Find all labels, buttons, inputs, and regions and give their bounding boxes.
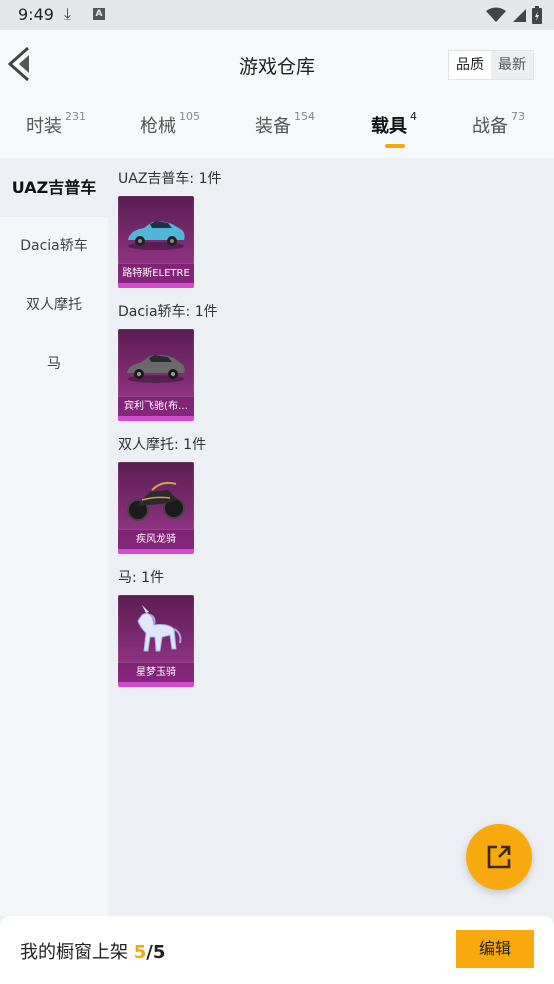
item-card[interactable]: 路特斯ELETRE: [118, 196, 194, 288]
unicorn-icon: [137, 605, 182, 652]
tab-count: 154: [294, 110, 315, 123]
rarity-bar: [118, 416, 194, 421]
signal-icon: [513, 9, 526, 22]
share-external-icon: [487, 845, 511, 869]
a-notification-icon: A: [93, 8, 105, 20]
rarity-bar: [118, 682, 194, 687]
status-bar: 9:49 ⤓ A: [0, 0, 554, 30]
vehicle-list: UAZ吉普车: 1件 路特斯ELETRE Dacia轿车: 1件 宾利飞驰(布……: [108, 158, 554, 916]
showcase-bar: 我的橱窗上架 5/5 编辑: [0, 916, 554, 984]
status-time: 9:49: [18, 5, 54, 24]
edit-button[interactable]: 编辑: [456, 930, 534, 968]
tab-count: 231: [65, 110, 86, 123]
group-title: 双人摩托: 1件: [118, 437, 207, 453]
tab-count: 73: [511, 110, 525, 123]
item-card[interactable]: 星梦玉骑: [118, 595, 194, 687]
tab-label: 载具: [371, 116, 407, 137]
sidebar-item-uaz[interactable]: UAZ吉普车: [0, 158, 108, 217]
item-name: 星梦玉骑: [118, 662, 194, 682]
tab-equipment[interactable]: 装备 154: [255, 110, 315, 138]
tab-vehicles[interactable]: 载具 4: [371, 110, 417, 148]
group-title: Dacia轿车: 1件: [118, 304, 218, 320]
battery-icon: [532, 6, 542, 24]
item-name: 疾风龙骑: [118, 529, 194, 549]
tab-firearms[interactable]: 枪械 105: [140, 110, 200, 138]
download-icon: ⤓: [64, 4, 72, 23]
rarity-bar: [118, 549, 194, 554]
sidebar-item-motorcycle[interactable]: 双人摩托: [0, 276, 108, 335]
tab-label: 时装: [26, 116, 62, 137]
sort-latest-button[interactable]: 最新: [491, 51, 533, 79]
motorcycle-icon: [127, 481, 185, 521]
wifi-icon: [486, 7, 506, 22]
tab-label: 装备: [255, 116, 291, 137]
tab-label: 战备: [472, 116, 508, 137]
app-header: 游戏仓库 品质 最新: [0, 30, 554, 100]
showcase-label: 我的橱窗上架 5/5: [20, 938, 165, 964]
item-name: 路特斯ELETRE: [118, 263, 194, 283]
group-title: 马: 1件: [118, 570, 165, 586]
tab-fashion[interactable]: 时装 231: [26, 110, 86, 138]
tab-count: 105: [179, 110, 200, 123]
group-title: UAZ吉普车: 1件: [118, 171, 222, 187]
sort-quality-button[interactable]: 品质: [449, 51, 491, 79]
showcase-text: 我的橱窗上架: [20, 942, 128, 963]
category-tabs: 时装 231 枪械 105 装备 154 载具 4 战备 73: [0, 100, 554, 158]
showcase-separator: /: [146, 942, 153, 963]
showcase-total-count: 5: [152, 942, 166, 963]
status-right-icons: [486, 6, 542, 24]
group-uaz: UAZ吉普车: 1件 路特斯ELETRE: [118, 168, 222, 288]
sort-toggle: 品质 最新: [448, 50, 534, 80]
tab-supplies[interactable]: 战备 73: [472, 110, 525, 138]
group-horse: 马: 1件 星梦玉骑: [118, 567, 194, 687]
sedan-icon: [127, 354, 185, 383]
car-icon: [128, 221, 185, 250]
item-name: 宾利飞驰(布…: [118, 396, 194, 416]
active-tab-indicator: [385, 144, 405, 148]
tab-label: 枪械: [140, 116, 176, 137]
item-card[interactable]: 疾风龙骑: [118, 462, 194, 554]
vehicle-type-sidebar: UAZ吉普车 Dacia轿车 双人摩托 马: [0, 158, 108, 916]
showcase-current-count: 5: [133, 942, 147, 963]
group-dacia: Dacia轿车: 1件 宾利飞驰(布…: [118, 301, 218, 421]
share-button[interactable]: [466, 824, 532, 890]
group-motorcycle: 双人摩托: 1件 疾风龙骑: [118, 434, 206, 554]
item-card[interactable]: 宾利飞驰(布…: [118, 329, 194, 421]
sidebar-item-horse[interactable]: 马: [0, 335, 108, 394]
sidebar-item-dacia[interactable]: Dacia轿车: [0, 217, 108, 276]
tab-count: 4: [410, 110, 417, 123]
rarity-bar: [118, 283, 194, 288]
